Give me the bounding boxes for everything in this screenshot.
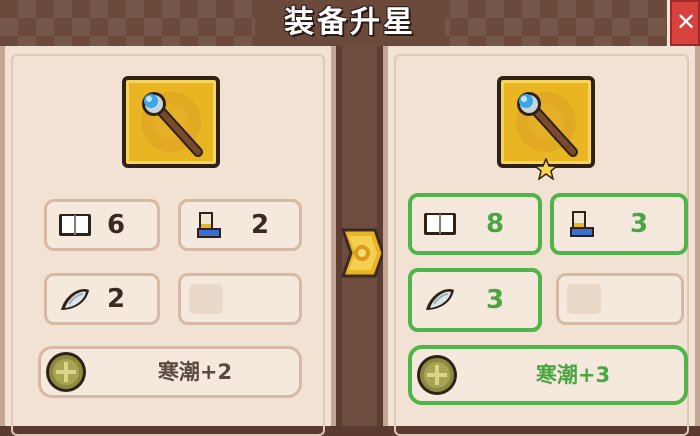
window-title: 装备升星	[284, 5, 416, 40]
stat-book: 6	[44, 199, 160, 251]
stat-value: 3	[486, 285, 505, 315]
boot-icon	[197, 212, 221, 238]
boot-icon	[570, 211, 594, 237]
empty-slot-icon	[567, 284, 601, 314]
skill-label: 寒潮+3	[535, 363, 611, 387]
close-button[interactable]: ✕	[667, 0, 700, 46]
book-icon	[59, 214, 91, 236]
stat-empty-slot	[178, 273, 302, 325]
skill-row: 寒潮+3	[408, 345, 688, 405]
stat-value: 3	[630, 209, 649, 239]
stat-feather: 2	[44, 273, 160, 325]
skill-row: 寒潮+2	[38, 346, 302, 398]
skill-orb-icon	[46, 352, 86, 392]
stat-book: 8	[408, 193, 542, 255]
skill-orb-icon	[417, 355, 457, 395]
upgrade-arrow-icon	[340, 228, 385, 278]
stat-value: 8	[486, 209, 505, 239]
stat-boot: 3	[550, 193, 688, 255]
stat-boot: 2	[178, 199, 302, 251]
close-icon[interactable]: ✕	[676, 8, 696, 36]
stat-empty-slot	[556, 273, 684, 325]
title-bar: 装备升星 ✕	[0, 0, 700, 50]
magic-staff-icon[interactable]	[497, 76, 595, 168]
stat-value: 2	[107, 284, 126, 314]
stat-feather: 3	[408, 268, 542, 332]
stat-value: 6	[107, 210, 126, 240]
magic-staff-icon[interactable]	[122, 76, 220, 168]
feather-icon	[61, 288, 89, 310]
skill-label: 寒潮+2	[157, 360, 233, 384]
book-icon	[424, 213, 456, 235]
staff-graphic	[141, 92, 203, 157]
stat-value: 2	[251, 210, 270, 240]
staff-graphic	[516, 92, 578, 157]
empty-slot-icon	[189, 284, 223, 314]
feather-icon	[426, 288, 454, 310]
star-icon	[534, 158, 558, 180]
